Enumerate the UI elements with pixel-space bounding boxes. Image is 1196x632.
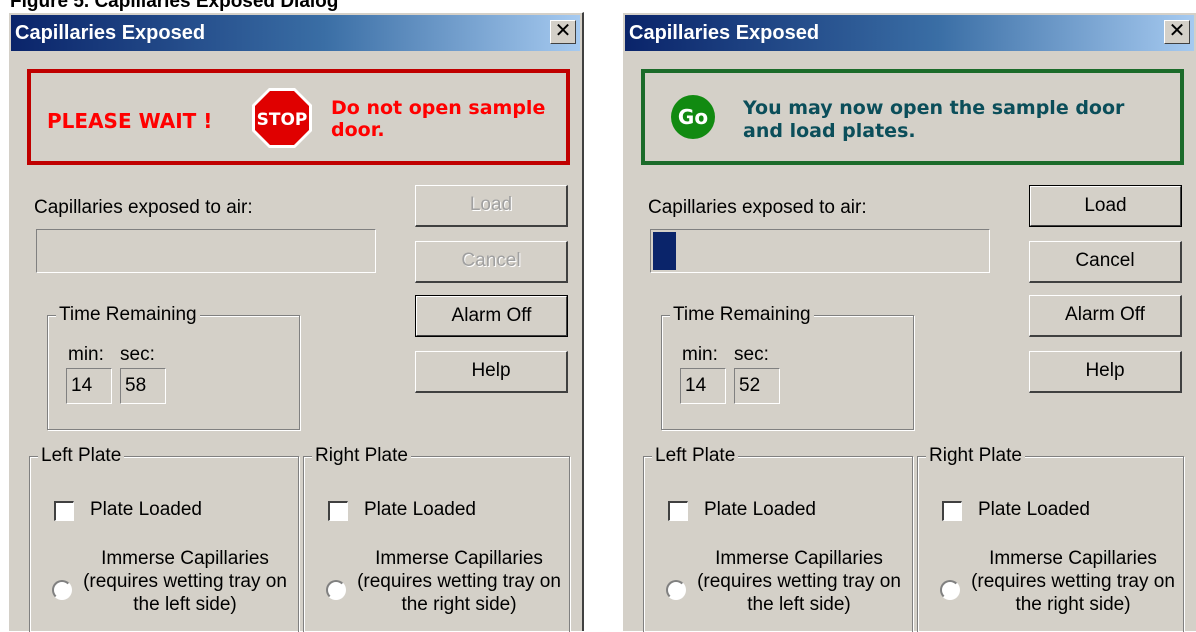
stop-sign-text: STOP [257,110,308,130]
go-message-text: You may now open the sample door and loa… [743,97,1125,142]
left-immerse-radio[interactable] [666,580,686,600]
exposed-label: Capillaries exposed to air: [648,197,867,218]
right-immerse-radio[interactable] [326,580,346,600]
left-plate-loaded-label: Plate Loaded [90,499,202,520]
time-remaining-title: Time Remaining [56,304,200,326]
load-button[interactable]: Load [1029,185,1182,227]
minutes-field: 14 [680,368,726,404]
left-plate-loaded-checkbox[interactable] [54,501,74,521]
right-plate-loaded-checkbox[interactable] [942,501,962,521]
sec-label: sec: [734,344,769,365]
please-wait-text: PLEASE WAIT ! [47,109,213,133]
stop-sign-icon: STOP [252,88,312,148]
sec-label: sec: [120,344,155,365]
time-remaining-group: Time Remaining min: sec: 14 52 [661,304,914,430]
time-remaining-title: Time Remaining [670,304,814,326]
dialog-title: Capillaries Exposed [15,22,206,44]
help-button[interactable]: Help [415,351,568,393]
close-button[interactable]: ✕ [1164,20,1190,44]
exposure-progress-bar [650,229,990,273]
alarm-off-button[interactable]: Alarm Off [415,295,568,337]
status-banner-go: Go You may now open the sample door and … [641,69,1184,165]
capillaries-exposed-dialog-go: Capillaries Exposed ✕ Go You may now ope… [622,12,1196,632]
time-remaining-group: Time Remaining min: sec: 14 58 [47,304,300,430]
right-immerse-radio[interactable] [940,580,960,600]
seconds-field: 52 [734,368,780,404]
cancel-button[interactable]: Cancel [415,241,568,283]
right-immerse-label: Immerse Capillaries (requires wetting tr… [357,548,561,615]
exposure-progress-bar [36,229,376,273]
left-immerse-label: Immerse Capillaries (requires wetting tr… [697,548,901,615]
right-plate-group: Right Plate Plate Loaded Immerse Capilla… [917,445,1184,632]
progress-fill [653,232,677,270]
right-plate-loaded-checkbox[interactable] [328,501,348,521]
seconds-field: 58 [120,368,166,404]
capillaries-exposed-dialog-wait: Capillaries Exposed ✕ PLEASE WAIT ! STOP… [8,12,584,632]
minutes-field: 14 [66,368,112,404]
close-button[interactable]: ✕ [550,20,576,44]
go-message: You may now open the sample door and loa… [743,97,1163,143]
exposed-label: Capillaries exposed to air: [34,197,253,218]
left-immerse-radio[interactable] [52,580,72,600]
left-plate-loaded-checkbox[interactable] [668,501,688,521]
left-plate-group: Left Plate Plate Loaded Immerse Capillar… [643,445,913,632]
left-plate-title: Left Plate [652,445,739,467]
min-label: min: [682,344,718,365]
right-plate-loaded-label: Plate Loaded [978,499,1090,520]
title-bar[interactable]: Capillaries Exposed ✕ [11,15,580,51]
right-plate-title: Right Plate [312,445,411,467]
status-banner-stop: PLEASE WAIT ! STOP Do not open sample do… [27,69,570,165]
right-plate-title: Right Plate [926,445,1025,467]
right-immerse-label: Immerse Capillaries (requires wetting tr… [971,548,1175,615]
stop-message: Do not open sample door. [331,97,546,141]
left-immerse-label: Immerse Capillaries (requires wetting tr… [83,548,287,615]
cancel-button[interactable]: Cancel [1029,241,1182,283]
left-plate-loaded-label: Plate Loaded [704,499,816,520]
go-icon: Go [671,95,715,139]
help-button[interactable]: Help [1029,351,1182,393]
alarm-off-button[interactable]: Alarm Off [1029,295,1182,337]
load-button[interactable]: Load [415,185,568,227]
left-plate-group: Left Plate Plate Loaded Immerse Capillar… [29,445,299,632]
dialog-title: Capillaries Exposed [629,22,820,44]
right-plate-loaded-label: Plate Loaded [364,499,476,520]
title-bar[interactable]: Capillaries Exposed ✕ [625,15,1194,51]
left-plate-title: Left Plate [38,445,125,467]
right-plate-group: Right Plate Plate Loaded Immerse Capilla… [303,445,570,632]
min-label: min: [68,344,104,365]
